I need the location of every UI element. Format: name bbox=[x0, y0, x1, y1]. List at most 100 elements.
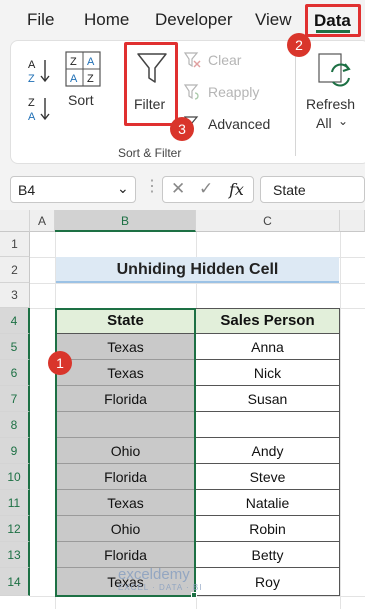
cell-sales-person[interactable]: Susan bbox=[196, 386, 340, 412]
tab-data[interactable]: Data bbox=[305, 4, 361, 37]
row-header[interactable]: 12 bbox=[0, 516, 30, 542]
sort-button-label: Sort bbox=[68, 92, 94, 108]
insert-function-icon[interactable]: fx bbox=[229, 180, 244, 199]
svg-text:Z: Z bbox=[70, 56, 77, 68]
header-state[interactable]: State bbox=[55, 308, 196, 334]
sort-button[interactable]: Z A A Z Sort bbox=[62, 50, 104, 112]
tab-file[interactable]: File bbox=[27, 10, 54, 30]
watermark-name: exceldemy bbox=[118, 566, 190, 583]
chevron-down-icon: ⌄ bbox=[117, 180, 129, 196]
enter-icon[interactable]: ✓ bbox=[199, 179, 213, 199]
cell-sales-person[interactable] bbox=[196, 412, 340, 438]
exceldemy-watermark: exceldemy EXCEL · DATA · BI bbox=[118, 566, 202, 592]
tab-home[interactable]: Home bbox=[84, 10, 129, 30]
cell-state[interactable]: Texas bbox=[56, 490, 196, 516]
funnel-icon bbox=[137, 53, 167, 83]
cell-state[interactable]: Texas bbox=[56, 360, 196, 386]
more-options-icon: ⋮ bbox=[144, 178, 160, 195]
tab-developer[interactable]: Developer bbox=[155, 10, 233, 30]
cell-sales-person[interactable]: Robin bbox=[196, 516, 340, 542]
row-header[interactable]: 6 bbox=[0, 360, 30, 386]
sort-ascending-button[interactable]: A Z bbox=[26, 56, 54, 86]
row-header[interactable]: 10 bbox=[0, 464, 30, 490]
reapply-filter-icon bbox=[183, 84, 199, 100]
cell-sales-person[interactable]: Andy bbox=[196, 438, 340, 464]
column-header-c[interactable]: C bbox=[196, 210, 340, 232]
active-tab-underline bbox=[316, 30, 350, 33]
svg-text:Z: Z bbox=[28, 97, 35, 109]
sort-descending-button[interactable]: Z A bbox=[26, 94, 54, 124]
cell-sales-person[interactable]: Betty bbox=[196, 542, 340, 568]
column-header-a[interactable]: A bbox=[30, 210, 55, 232]
svg-text:Z: Z bbox=[28, 73, 35, 85]
cell-sales-person[interactable]: Anna bbox=[196, 334, 340, 360]
formula-input[interactable]: State bbox=[260, 176, 365, 203]
row-header[interactable]: 13 bbox=[0, 542, 30, 568]
cell-state[interactable]: Florida bbox=[56, 386, 196, 412]
cell-state[interactable]: Ohio bbox=[56, 438, 196, 464]
watermark-tagline: EXCEL · DATA · BI bbox=[118, 583, 203, 592]
svg-text:A: A bbox=[28, 111, 36, 123]
cell-sales-person[interactable]: Nick bbox=[196, 360, 340, 386]
cancel-icon[interactable]: ✕ bbox=[171, 179, 185, 199]
header-sales-person[interactable]: Sales Person bbox=[195, 308, 340, 334]
column-header-d[interactable] bbox=[340, 210, 365, 232]
svg-text:A: A bbox=[70, 73, 78, 85]
refresh-icon bbox=[318, 53, 351, 87]
chevron-down-icon: ⌄ bbox=[338, 114, 349, 128]
worksheet-grid[interactable]: A B C 1 2 3 4 5 6 7 8 9 10 11 12 13 14 U… bbox=[0, 210, 365, 609]
reapply-button-label: Reapply bbox=[208, 84, 260, 100]
row-header[interactable]: 1 bbox=[0, 232, 30, 257]
row-header[interactable]: 4 bbox=[0, 308, 30, 334]
cell-state[interactable]: Florida bbox=[56, 542, 196, 568]
step-badge-2: 2 bbox=[287, 33, 311, 57]
step-badge-1: 1 bbox=[48, 351, 72, 375]
gridline bbox=[30, 596, 365, 597]
filter-button[interactable]: Filter bbox=[124, 42, 178, 126]
sort-za-icon: Z A bbox=[28, 97, 50, 123]
row-header[interactable]: 7 bbox=[0, 386, 30, 412]
cell-sales-person[interactable]: Steve bbox=[196, 464, 340, 490]
fill-handle[interactable] bbox=[191, 592, 197, 598]
row-header[interactable]: 3 bbox=[0, 283, 30, 308]
gridline bbox=[30, 283, 365, 284]
sort-filter-group-label: Sort & Filter bbox=[118, 146, 182, 160]
reapply-button[interactable]: Reapply bbox=[183, 83, 268, 103]
filter-button-label: Filter bbox=[134, 96, 166, 112]
advanced-button[interactable]: Advanced bbox=[183, 115, 278, 135]
clear-button[interactable]: Clear bbox=[183, 51, 253, 71]
row-header[interactable]: 14 bbox=[0, 568, 30, 596]
name-box[interactable]: B4 ⌄ bbox=[10, 176, 136, 203]
row-header[interactable]: 8 bbox=[0, 412, 30, 438]
refresh-all-button[interactable]: Refresh All ⌄ bbox=[304, 52, 362, 134]
column-header-b[interactable]: B bbox=[55, 210, 196, 232]
cell-state[interactable] bbox=[56, 412, 196, 438]
svg-text:A: A bbox=[87, 56, 95, 68]
formula-buttons: ✕ ✓ fx bbox=[162, 176, 254, 203]
tab-view[interactable]: View bbox=[255, 10, 292, 30]
row-header[interactable]: 5 bbox=[0, 334, 30, 360]
sheet-title[interactable]: Unhiding Hidden Cell bbox=[56, 257, 339, 283]
name-box-value: B4 bbox=[18, 182, 36, 198]
formula-bar: B4 ⌄ ⋮ ✕ ✓ fx State bbox=[0, 170, 365, 210]
step-badge-3: 3 bbox=[170, 117, 194, 141]
ribbon-tab-bar: File Home Developer View Data bbox=[0, 0, 365, 40]
refresh-label: Refresh bbox=[306, 96, 356, 112]
svg-text:Z: Z bbox=[87, 73, 94, 85]
row-header[interactable]: 11 bbox=[0, 490, 30, 516]
cell-state[interactable]: Ohio bbox=[56, 516, 196, 542]
formula-value: State bbox=[273, 182, 306, 198]
cell-state[interactable]: Texas bbox=[56, 334, 196, 360]
cell-state[interactable]: Florida bbox=[56, 464, 196, 490]
advanced-button-label: Advanced bbox=[208, 116, 271, 132]
select-all-corner[interactable] bbox=[0, 210, 30, 232]
row-header[interactable]: 9 bbox=[0, 438, 30, 464]
refresh-all-label: All bbox=[316, 115, 332, 131]
sort-az-icon: A Z bbox=[28, 59, 50, 85]
gridline bbox=[340, 232, 341, 609]
cell-sales-person[interactable]: Natalie bbox=[196, 490, 340, 516]
tab-data-label: Data bbox=[314, 11, 351, 30]
row-header[interactable]: 2 bbox=[0, 257, 30, 283]
clear-button-label: Clear bbox=[208, 52, 242, 68]
cell-sales-person[interactable]: Roy bbox=[196, 568, 340, 596]
